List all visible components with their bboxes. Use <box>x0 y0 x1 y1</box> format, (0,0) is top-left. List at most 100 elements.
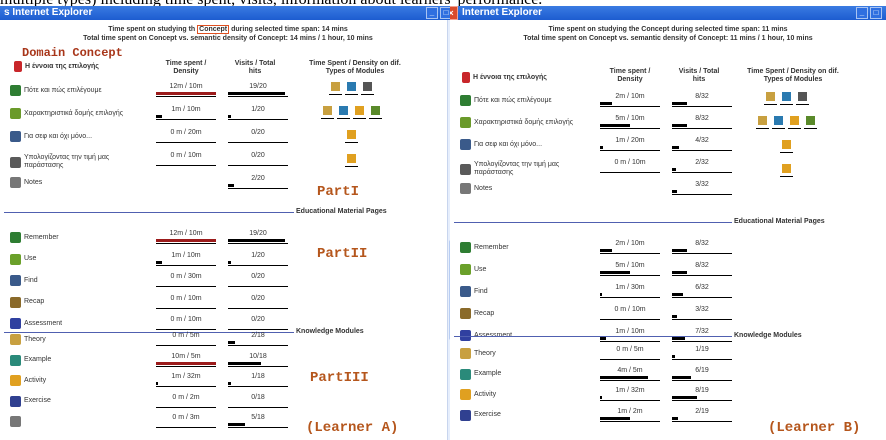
item-icon <box>10 334 21 345</box>
item-icon <box>460 264 471 275</box>
list-item[interactable]: Υπολογίζοντας την τιμή μας παράστασης <box>460 161 590 177</box>
time-bar-track <box>600 150 660 151</box>
list-item[interactable]: Find <box>10 275 140 286</box>
item-icon <box>10 131 21 142</box>
time-density-value: 5m / 10m <box>615 115 645 122</box>
header-module-types: Time Spent / Density on dif. Types of Mo… <box>747 68 839 83</box>
visits-bar-fill <box>672 416 678 420</box>
list-item[interactable]: Assessment <box>10 318 140 329</box>
list-item[interactable]: Theory <box>10 334 140 345</box>
time-bar-fill <box>600 293 602 296</box>
item-icon <box>10 108 21 119</box>
minimize-button[interactable]: _ <box>856 7 868 19</box>
visits-value: 1/19 <box>695 346 709 353</box>
visits-bar-track <box>672 420 732 422</box>
list-item[interactable]: Notes <box>460 183 590 194</box>
list-item[interactable]: Για σεφ και όχι μόνο... <box>10 131 140 142</box>
visits-value: 0/20 <box>251 273 265 280</box>
time-bar-track <box>156 345 216 346</box>
visits-value: 19/20 <box>249 83 267 90</box>
item-icon <box>10 156 21 168</box>
visits-bar-track <box>672 319 732 320</box>
item-label: Theory <box>24 335 46 343</box>
time-density-value: 0 m / 10m <box>170 294 202 302</box>
list-item[interactable]: Remember <box>460 242 590 253</box>
time-bar-fill <box>600 146 603 149</box>
time-bar-fill <box>156 92 216 95</box>
list-item[interactable]: Exercise <box>10 395 140 407</box>
visits-value: 1/18 <box>251 373 265 380</box>
module-type-icon <box>347 130 356 139</box>
list-item[interactable]: Theory <box>460 348 590 359</box>
item-label: Use <box>474 265 487 273</box>
item-icon <box>460 308 471 319</box>
item-label: Example <box>474 370 502 377</box>
list-item[interactable]: Recap <box>10 296 140 308</box>
domain-concept-annotation: Domain Concept <box>22 46 123 60</box>
visits-bar-fill <box>672 271 687 274</box>
item-icon <box>460 183 471 194</box>
window-titlebar[interactable]: × Internet Explorer _ □ <box>450 6 886 20</box>
list-item[interactable]: Recap <box>460 308 590 319</box>
time-density-value: 0 m / 5m <box>172 332 200 339</box>
header-time-density: Time spent / Density <box>609 68 651 83</box>
time-bar-fill <box>600 102 612 105</box>
visits-bar-track <box>672 194 732 195</box>
list-item[interactable]: Πότε και πώς επιλέγουμε <box>10 85 140 96</box>
browser-window-learner-b: × Internet Explorer _ □ Time spent on st… <box>450 6 886 440</box>
time-density-value: 1m / 10m <box>171 106 201 113</box>
visits-value: 0/20 <box>251 152 265 159</box>
time-density-value: 2m / 10m <box>615 240 645 247</box>
visits-bar-track <box>228 345 288 346</box>
list-item[interactable]: Remember <box>10 232 140 243</box>
time-bar-track <box>156 329 216 330</box>
list-item[interactable]: Notes <box>10 177 140 188</box>
item-label: Πότε και πώς επιλέγουμε <box>474 96 552 104</box>
time-density-value: 0 m / 10m <box>170 152 202 159</box>
visits-bar-track <box>228 386 288 387</box>
visits-bar-track <box>672 297 732 298</box>
part-i-annotation: PartI <box>317 184 360 200</box>
module-bar <box>353 118 366 119</box>
minimize-button[interactable]: _ <box>426 7 438 19</box>
visits-bar-fill <box>228 382 231 385</box>
list-item[interactable]: Activity <box>460 389 590 400</box>
maximize-button[interactable]: □ <box>870 7 882 19</box>
item-label: Recap <box>24 298 45 305</box>
list-item[interactable]: Για σεφ και όχι μόνο... <box>460 139 590 150</box>
list-item[interactable]: Πότε και πώς επιλέγουμε <box>460 95 590 106</box>
visits-bar-fill <box>672 190 677 193</box>
window-titlebar[interactable]: s Internet Explorer _ □ <box>0 6 456 20</box>
list-item[interactable]: Use <box>460 264 590 275</box>
list-item[interactable]: Χαρακτηριστικά δομής επιλογής <box>460 117 590 128</box>
list-item[interactable]: Example <box>10 354 140 366</box>
close-icon[interactable]: × <box>450 6 458 20</box>
list-item[interactable]: Activity <box>10 375 140 386</box>
time-bar-track <box>156 165 216 166</box>
visits-value: 3/32 <box>695 181 709 188</box>
visits-value: 7/32 <box>695 328 709 335</box>
visits-bar-track <box>672 128 732 129</box>
module-type-icon <box>782 164 791 173</box>
time-bar-track <box>156 427 216 428</box>
list-item[interactable] <box>10 416 140 427</box>
list-item[interactable]: Υπολογίζοντας την τιμή μας παράστασης <box>10 154 140 170</box>
module-type-icon <box>790 116 799 125</box>
visits-value: 0/18 <box>251 393 265 401</box>
book-icon <box>462 72 470 83</box>
list-item[interactable]: Example <box>460 368 590 380</box>
module-type-icon <box>798 92 807 101</box>
visits-bar-track <box>228 142 288 143</box>
module-type-icon <box>758 116 767 125</box>
list-item[interactable]: Χαρακτηριστικά δομής επιλογής <box>10 108 140 119</box>
visits-bar-track <box>228 243 288 244</box>
item-label: Activity <box>24 376 47 384</box>
list-item[interactable]: Use <box>10 253 140 265</box>
browser-window-learner-a: s Internet Explorer _ □ Time spent on st… <box>0 6 456 440</box>
list-item[interactable]: Find <box>460 286 590 297</box>
item-icon <box>10 275 21 286</box>
list-item[interactable]: Exercise <box>460 409 590 421</box>
time-bar-track <box>600 400 660 401</box>
time-bar-track <box>600 253 660 254</box>
item-icon <box>460 286 471 297</box>
